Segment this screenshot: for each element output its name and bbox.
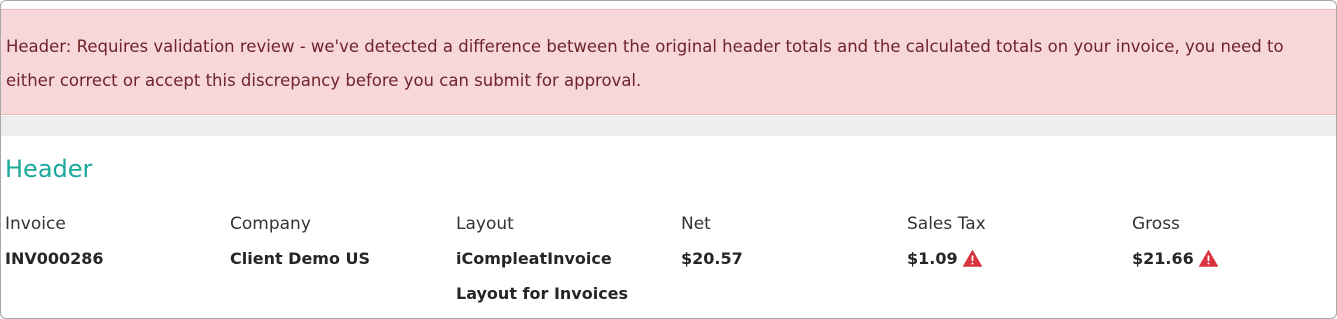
- company-label: Company: [230, 214, 311, 234]
- net-value: $20.57: [681, 249, 743, 268]
- gross-label: Gross: [1132, 214, 1180, 234]
- sales-tax-field: Sales Tax $1.09: [907, 211, 1127, 275]
- sales-tax-value: $1.09: [907, 249, 958, 268]
- invoice-field: Invoice INV000286: [5, 211, 225, 272]
- alert-message: Header: Requires validation review - we'…: [6, 37, 1284, 90]
- layout-description: Layout for Invoices: [456, 284, 629, 303]
- sales-tax-label: Sales Tax: [907, 214, 986, 234]
- net-field: Net $20.57: [681, 211, 901, 272]
- invoice-value: INV000286: [5, 249, 104, 268]
- separator-band: [1, 116, 1336, 136]
- validation-alert: Header: Requires validation review - we'…: [1, 9, 1336, 115]
- net-label: Net: [681, 214, 711, 234]
- invoice-label: Invoice: [5, 214, 66, 234]
- warning-icon[interactable]: [962, 249, 982, 275]
- sales-tax-row: $1.09: [907, 246, 1127, 275]
- gross-field: Gross $21.66: [1132, 211, 1336, 275]
- warning-icon[interactable]: [1198, 249, 1218, 275]
- layout-field: Layout iCompleatInvoice Layout for Invoi…: [456, 211, 676, 307]
- company-field: Company Client Demo US: [230, 211, 450, 272]
- company-value: Client Demo US: [230, 249, 371, 268]
- layout-label: Layout: [456, 214, 514, 234]
- section-title: Header: [5, 155, 93, 183]
- gross-row: $21.66: [1132, 246, 1336, 275]
- layout-value: iCompleatInvoice: [456, 249, 612, 268]
- invoice-header-panel: Header: Requires validation review - we'…: [0, 0, 1337, 319]
- gross-value: $21.66: [1132, 249, 1194, 268]
